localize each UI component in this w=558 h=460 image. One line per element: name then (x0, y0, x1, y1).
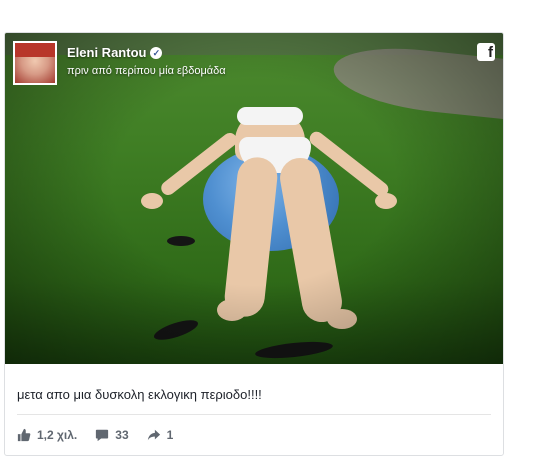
post-photo[interactable] (5, 33, 503, 364)
author-row: Eleni Rantou ✓ (67, 45, 163, 60)
comment-icon (96, 429, 109, 442)
avatar-hair (15, 43, 55, 57)
likes-count: 1,2 χιλ. (37, 428, 78, 442)
comments-count: 33 (115, 428, 129, 442)
shares-stat[interactable]: 1 (147, 428, 174, 442)
avatar[interactable] (13, 41, 57, 85)
share-arrow-icon (147, 429, 160, 441)
post-stats: 1,2 χιλ. 33 1 (17, 428, 191, 442)
author-name[interactable]: Eleni Rantou (67, 45, 146, 60)
comments-stat[interactable]: 33 (95, 428, 129, 442)
photo-vignette (5, 33, 503, 364)
shares-count: 1 (166, 428, 174, 442)
likes-stat[interactable]: 1,2 χιλ. (17, 428, 77, 442)
embedded-post-card: Eleni Rantou ✓ πριν από περίπου μία εβδο… (4, 32, 504, 456)
divider (17, 414, 491, 415)
thumbs-up-icon (17, 428, 31, 442)
facebook-icon[interactable]: f (477, 43, 495, 61)
post-caption: μετα απο μια δυσκολη εκλογικη περιοδο!!!… (17, 387, 262, 402)
post-timestamp[interactable]: πριν από περίπου μία εβδομάδα (67, 65, 226, 77)
verified-badge-icon: ✓ (150, 46, 163, 59)
